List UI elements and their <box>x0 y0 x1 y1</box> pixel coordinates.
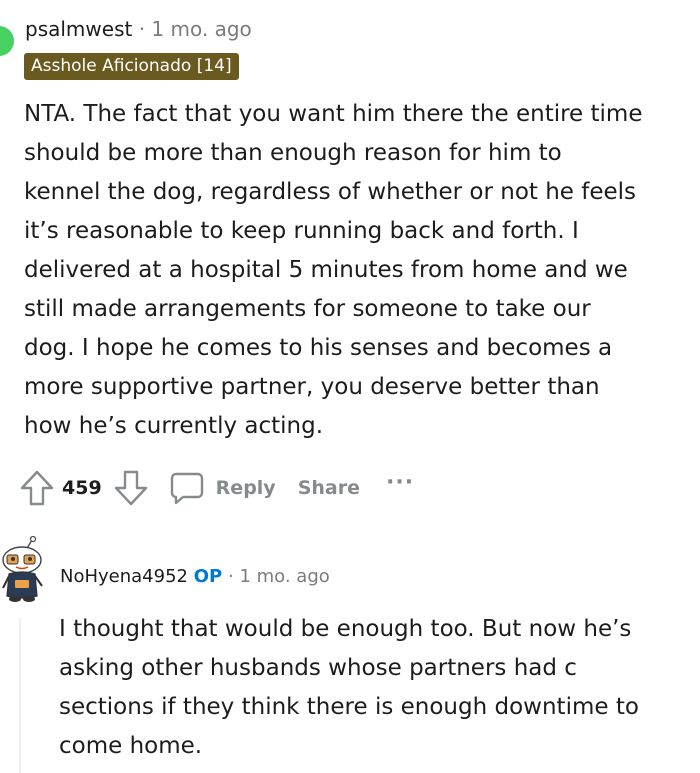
comment-username[interactable]: psalmwest <box>25 17 132 41</box>
reply-timestamp[interactable]: 1 mo. ago <box>239 566 329 587</box>
vote-score: 459 <box>62 477 102 499</box>
comment-line: it’s reasonable to keep running back and… <box>24 218 579 244</box>
reply-header: NoHyena4952 OP · 1 mo. ago <box>60 566 330 587</box>
reply-button[interactable]: Reply <box>170 471 276 505</box>
comment-line: NTA. The fact that you want him there th… <box>24 101 643 127</box>
reply-separator: · <box>227 566 234 587</box>
comment-timestamp[interactable]: 1 mo. ago <box>151 17 251 41</box>
share-button[interactable]: Share <box>298 477 360 499</box>
reply-line: asking other husbands whose partners had… <box>59 655 577 681</box>
comment-line: should be more than enough reason for hi… <box>24 140 562 166</box>
reply-line: come home. <box>59 733 203 759</box>
comment-line: still made arrangements for someone to t… <box>24 296 591 322</box>
comment-line: kennel the dog, regardless of whether or… <box>24 179 637 205</box>
downvote-icon[interactable] <box>114 470 148 506</box>
snoo-avatar-icon[interactable] <box>0 535 46 606</box>
thread-collapse-line[interactable] <box>19 618 21 773</box>
comment-header: psalmwest · 1 mo. ago <box>25 17 252 41</box>
comment-body: NTA. The fact that you want him there th… <box>24 95 684 446</box>
user-flair: Asshole Aficionado [14] <box>24 53 239 80</box>
commenter-avatar[interactable] <box>0 26 14 56</box>
comment-line: more supportive partner, you deserve bet… <box>24 374 600 400</box>
reply-line: I thought that would be enough too. But … <box>59 616 632 642</box>
reply-label: Reply <box>215 477 276 499</box>
comment-bubble-icon <box>170 471 204 505</box>
comment-line: delivered at a hospital 5 minutes from h… <box>24 257 628 283</box>
reply-body: I thought that would be enough too. But … <box>59 610 689 766</box>
reply-username[interactable]: NoHyena4952 <box>60 566 188 587</box>
comment-actions: 459 Reply Share ··· <box>20 468 414 508</box>
comment-separator: · <box>138 17 146 41</box>
comment-line: dog. I hope he comes to his senses and b… <box>24 335 613 361</box>
comment-line: how he’s currently acting. <box>24 413 324 439</box>
more-options-icon[interactable]: ··· <box>386 472 414 494</box>
op-badge: OP <box>193 566 223 587</box>
reply-line: sections if they think there is enough d… <box>59 694 639 720</box>
upvote-icon[interactable] <box>20 470 54 506</box>
